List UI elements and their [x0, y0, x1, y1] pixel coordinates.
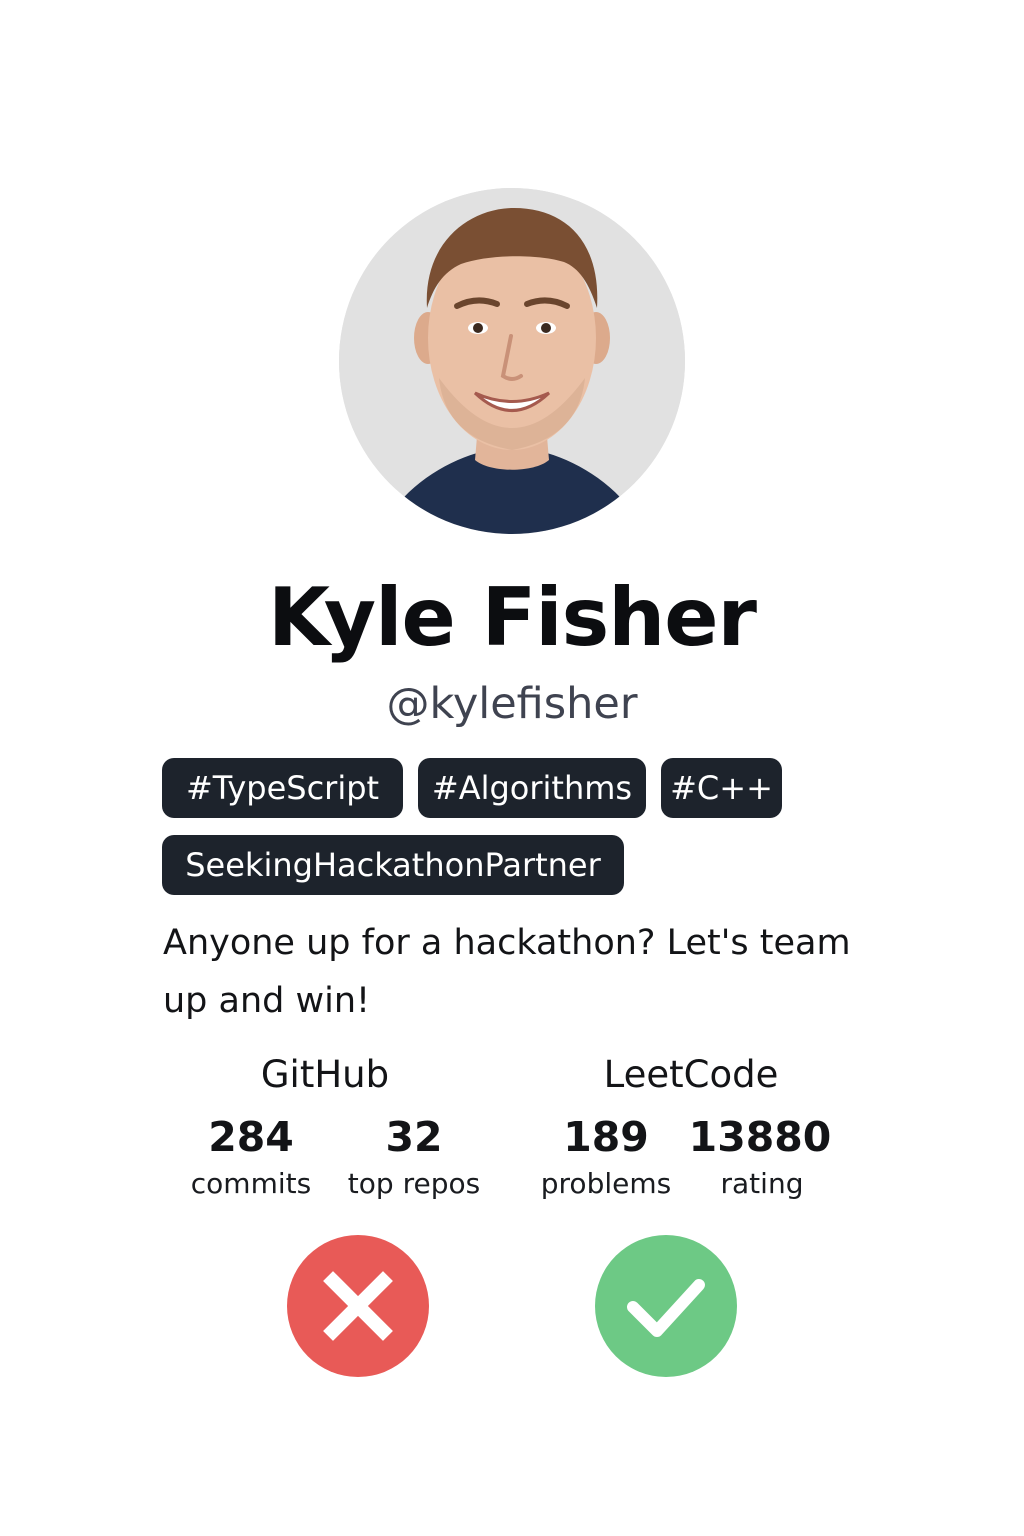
leetcode-problems-label: problems [540, 1167, 672, 1200]
x-icon [323, 1271, 393, 1341]
tag-typescript[interactable]: #TypeScript [162, 758, 403, 818]
reject-button[interactable] [287, 1235, 429, 1377]
avatar-photo [339, 188, 685, 534]
tag-algorithms[interactable]: #Algorithms [418, 758, 646, 818]
github-repos-label: top repos [347, 1167, 481, 1200]
avatar [339, 188, 685, 534]
profile-bio: Anyone up for a hackathon? Let's team up… [163, 923, 851, 1021]
tag-cpp[interactable]: #C++ [661, 758, 782, 818]
github-repos-value: 32 [385, 1113, 443, 1161]
leetcode-rating-value: 13880 [688, 1113, 832, 1161]
leetcode-rating-label: rating [720, 1167, 804, 1200]
leetcode-problems-value: 189 [563, 1113, 649, 1161]
profile-handle: @kylefisher [386, 679, 638, 729]
github-commits-label: commits [190, 1167, 312, 1200]
checkmark-icon [627, 1279, 705, 1337]
accept-button[interactable] [595, 1235, 737, 1377]
profile-name: Kyle Fisher [268, 571, 757, 664]
leetcode-title: LeetCode [603, 1053, 779, 1096]
github-title: GitHub [260, 1053, 390, 1096]
tag-seeking-hackathon-partner[interactable]: SeekingHackathonPartner [162, 835, 624, 895]
github-commits-value: 284 [208, 1113, 294, 1161]
